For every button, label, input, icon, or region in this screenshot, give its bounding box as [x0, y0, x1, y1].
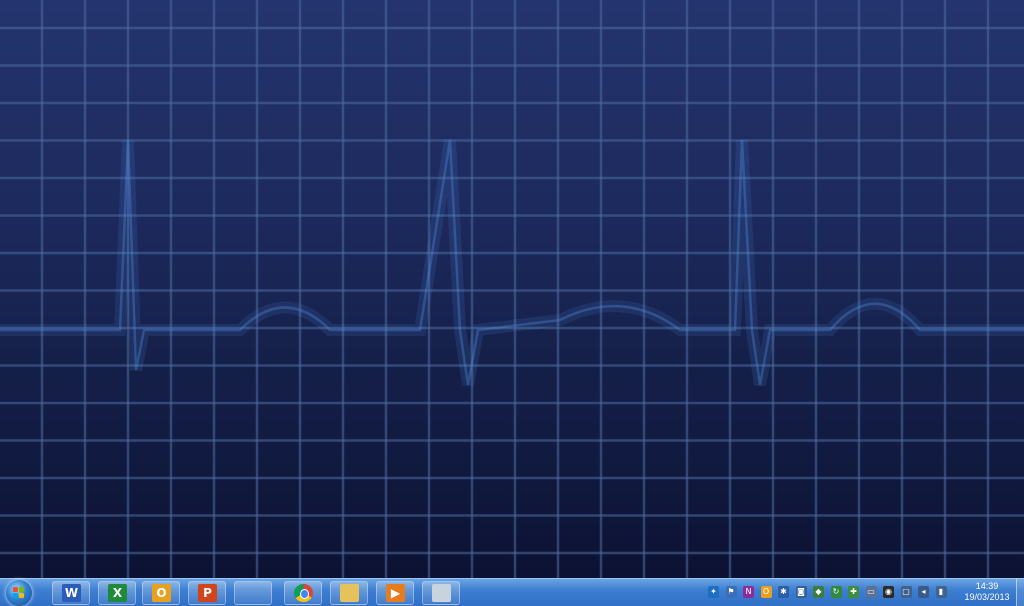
taskbar-pin-chrome[interactable] — [284, 581, 322, 605]
taskbar-pin-excel[interactable]: X — [98, 581, 136, 605]
bluetooth-icon[interactable]: ✱ — [778, 586, 789, 598]
battery-icon[interactable]: ▮ — [935, 586, 947, 598]
taskbar-pin-outlook[interactable]: O — [142, 581, 180, 605]
clock[interactable]: 14:39 19/03/2013 — [958, 581, 1016, 603]
windows-logo-icon — [13, 587, 25, 599]
speaker-small-icon[interactable]: ◉ — [883, 586, 894, 598]
clock-date: 19/03/2013 — [964, 592, 1010, 602]
show-desktop-button[interactable] — [1016, 579, 1024, 606]
dropbox-icon[interactable]: ✦ — [708, 586, 719, 598]
screen: W X O P ▶ ✦ ⚑ N O ✱ ◙ ◆ ↻ ✚ ▭ ◉ ▢ ◂ ▮ 14:39 19/03/2013 — [0, 0, 1024, 606]
action-center-flag-icon[interactable]: ⚑ — [725, 586, 737, 598]
ecg-grid-wallpaper — [0, 0, 1024, 578]
clock-time: 14:39 — [975, 581, 999, 591]
taskbar-pin-media-player[interactable]: ▶ — [376, 581, 414, 605]
sharing-icon[interactable]: ✚ — [848, 586, 859, 598]
refresh-icon[interactable]: ↻ — [830, 586, 842, 598]
volume-icon[interactable]: ◂ — [918, 586, 929, 598]
outlook-icon: O — [152, 584, 171, 602]
powerpoint-icon: P — [198, 584, 217, 602]
taskbar-pin-file-explorer[interactable] — [330, 581, 368, 605]
taskbar-pin-calculator[interactable] — [422, 581, 460, 605]
taskbar-pin-internet-explorer[interactable] — [234, 581, 272, 605]
office-upload-icon[interactable]: O — [760, 586, 772, 598]
drive-icon[interactable]: ▭ — [865, 586, 877, 598]
word-icon: W — [62, 584, 81, 602]
calculator-icon — [432, 584, 451, 602]
onenote-icon[interactable]: N — [743, 586, 754, 598]
taskbar: W X O P ▶ ✦ ⚑ N O ✱ ◙ ◆ ↻ ✚ ▭ ◉ ▢ ◂ ▮ 14:39 19/03/2013 — [0, 578, 1024, 606]
network-app-icon[interactable]: ◆ — [813, 586, 824, 598]
taskbar-pin-powerpoint[interactable]: P — [188, 581, 226, 605]
file-explorer-icon — [340, 584, 359, 602]
sync-icon[interactable]: ◙ — [795, 586, 807, 598]
start-button[interactable] — [6, 580, 32, 606]
excel-icon: X — [108, 584, 127, 602]
internet-explorer-icon — [244, 584, 263, 602]
media-player-icon: ▶ — [386, 584, 405, 602]
taskbar-pin-word[interactable]: W — [52, 581, 90, 605]
chrome-icon — [294, 584, 313, 602]
desktop-wallpaper[interactable] — [0, 0, 1024, 578]
display-icon[interactable]: ▢ — [900, 586, 912, 598]
